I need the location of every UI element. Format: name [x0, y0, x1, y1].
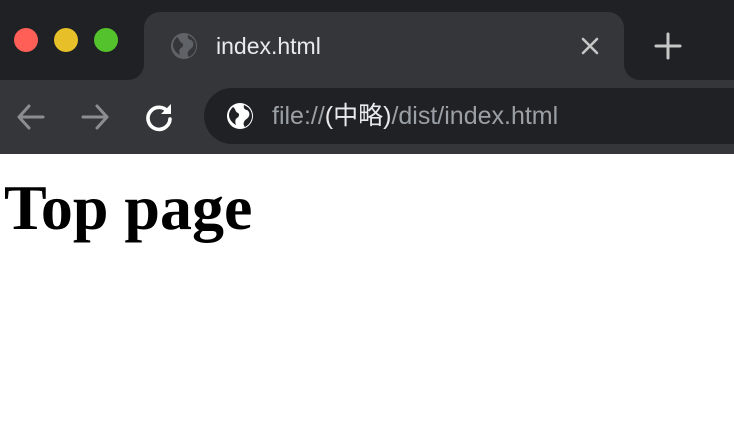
window-minimize-button[interactable] — [54, 28, 78, 52]
url-text: file://(中略)/dist/index.html — [272, 100, 558, 132]
page-heading: Top page — [4, 172, 253, 243]
url-prefix: file:// — [272, 102, 325, 130]
window-zoom-button[interactable] — [94, 28, 118, 52]
plus-icon[interactable] — [654, 32, 682, 60]
url-suffix: /dist/index.html — [391, 102, 559, 130]
toolbar: file://(中略)/dist/index.html — [0, 80, 734, 154]
browser-window: index.html file://(中略)/dist/index.html T… — [0, 0, 734, 446]
page-content: Top page — [0, 154, 734, 446]
tab-strip: index.html — [0, 0, 734, 80]
url-highlight: (中略) — [324, 102, 392, 130]
tab-active[interactable]: index.html — [144, 12, 624, 80]
window-close-button[interactable] — [14, 28, 38, 52]
address-bar[interactable]: file://(中略)/dist/index.html — [204, 88, 734, 144]
arrow-left-icon[interactable] — [14, 100, 48, 134]
arrow-right-icon[interactable] — [78, 100, 112, 134]
globe-icon[interactable] — [226, 102, 254, 130]
close-icon[interactable] — [580, 36, 600, 56]
tab-title: index.html — [216, 33, 321, 59]
globe-icon — [170, 32, 198, 60]
reload-icon[interactable] — [142, 100, 176, 134]
